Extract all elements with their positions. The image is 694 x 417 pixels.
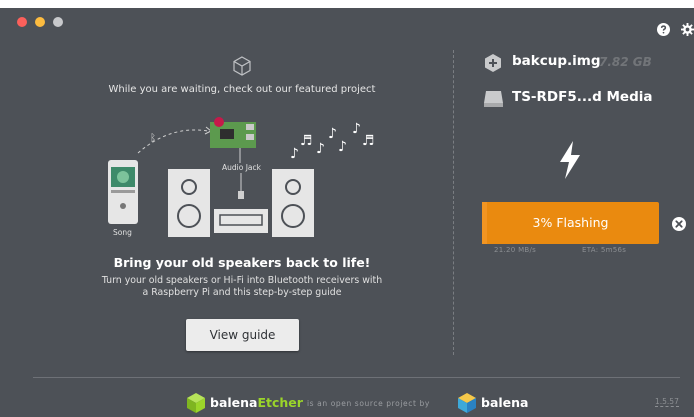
- svg-text:♪: ♪: [290, 146, 299, 162]
- close-icon: [675, 220, 683, 228]
- raspberry-pi-icon: [210, 117, 256, 148]
- balena-logo-icon[interactable]: [458, 393, 476, 413]
- help-icon[interactable]: [657, 23, 670, 36]
- window-close-button[interactable]: [17, 17, 27, 27]
- flash-lightning-icon: [560, 141, 580, 179]
- svg-text:♪: ♪: [352, 121, 361, 137]
- footer-tagline: is an open source project by: [307, 399, 430, 408]
- amplifier-icon: [214, 209, 268, 233]
- svg-text:♬: ♬: [362, 133, 375, 149]
- panel-divider: [453, 50, 454, 355]
- song-label: Song: [113, 228, 132, 237]
- footer-divider: [33, 377, 680, 378]
- featured-project-cube-icon: [233, 56, 251, 76]
- featured-project-title: Bring your old speakers back to life!: [113, 255, 371, 270]
- balena-brand[interactable]: balena: [481, 395, 528, 410]
- app-version[interactable]: 1.5.57: [655, 397, 679, 407]
- svg-text:♪: ♪: [328, 126, 337, 142]
- flash-speed: 21.20 MB/s: [494, 246, 537, 254]
- svg-text:♬: ♬: [300, 133, 313, 149]
- right-speaker-icon: [272, 169, 314, 237]
- music-notes-icon: ♪ ♬ ♪ ♪ ♪ ♪ ♬: [290, 121, 375, 162]
- svg-text:♪: ♪: [316, 141, 325, 157]
- cancel-flash-button[interactable]: [672, 217, 686, 231]
- image-file-icon: [485, 54, 501, 72]
- svg-text:♪: ♪: [338, 139, 347, 155]
- featured-project-caption: While you are waiting, check out our fea…: [108, 84, 376, 95]
- settings-gear-icon[interactable]: [681, 23, 694, 36]
- flash-eta: ETA: 5m56s: [582, 246, 627, 254]
- image-name: bakcup.img: [512, 53, 601, 69]
- featured-project-description: Turn your old speakers or Hi-Fi into Blu…: [101, 275, 383, 298]
- bluetooth-icon: ᛒ: [150, 133, 156, 144]
- balena-etcher-brand[interactable]: balenaEtcher: [210, 395, 303, 410]
- audio-jack-label: Audio Jack: [222, 163, 262, 172]
- balena-etcher-logo-icon[interactable]: [187, 393, 205, 413]
- flash-progress-label: 3% Flashing: [532, 215, 609, 230]
- speakers-illustration: Song ᛒ Audio Jack ♪ ♬ ♪ ♪ ♪ ♪ ♬: [108, 117, 375, 237]
- view-guide-button[interactable]: View guide: [186, 319, 299, 351]
- window-zoom-button[interactable]: [53, 17, 63, 27]
- phone-icon: [108, 160, 138, 224]
- drive-icon: [484, 91, 503, 107]
- window-minimize-button[interactable]: [35, 17, 45, 27]
- etcher-window: While you are waiting, check out our fea…: [0, 8, 694, 417]
- left-speaker-icon: [168, 169, 210, 237]
- drive-name: TS-RDF5...d Media: [512, 89, 653, 105]
- flash-progress-bar[interactable]: 3% Flashing: [482, 202, 659, 244]
- image-size: 7.82 GB: [599, 55, 652, 69]
